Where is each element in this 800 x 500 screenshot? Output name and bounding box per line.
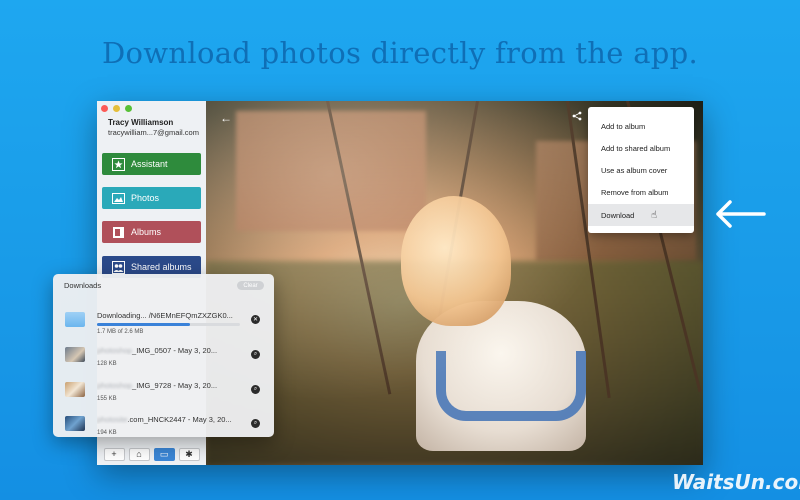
download-file-name: Downloading... /N6EMnEFQmZXZGK0... [97, 311, 233, 320]
downloads-popover: Downloads Clear Downloading... /N6EMnEFQ… [53, 274, 274, 437]
sidebar-bottom-bar: + ⌂ ▭ ✱ [97, 443, 206, 465]
hand-cursor-icon: ☝ [651, 210, 658, 221]
account-email: tracywilliam...7@gmail.com [108, 128, 199, 137]
photo-thumbnail [65, 416, 85, 431]
headline: Download photos directly from the app. [101, 36, 699, 70]
reveal-in-finder-button[interactable]: ⌕ [251, 385, 260, 394]
minimize-window-button[interactable] [113, 105, 120, 112]
zoom-window-button[interactable] [125, 105, 132, 112]
reveal-in-finder-button[interactable]: ⌕ [251, 419, 260, 428]
clear-downloads-button[interactable]: Clear [237, 281, 264, 290]
nav-assistant-button[interactable]: Assistant [102, 153, 201, 175]
plus-icon: + [111, 449, 117, 459]
download-file-name: photoshop_IMG_0507 - May 3, 20... [97, 346, 218, 355]
window-controls [101, 105, 132, 112]
nav-photos-button[interactable]: Photos [102, 187, 201, 209]
menu-item-add-to-shared-album[interactable]: Add to shared album [588, 137, 694, 159]
cancel-download-button[interactable]: ✕ [251, 315, 260, 324]
download-progress-fill [97, 323, 190, 326]
photo-thumbnail [65, 382, 85, 397]
close-window-button[interactable] [101, 105, 108, 112]
menu-item-download[interactable]: Download ☝ [588, 204, 694, 226]
download-row[interactable]: photosite.com_HNCK2447 - May 3, 20... 19… [53, 408, 274, 437]
download-file-name: photoshop_IMG_9728 - May 3, 20... [97, 381, 218, 390]
back-arrow-icon[interactable]: ← [220, 111, 232, 125]
download-size: 128 KB [97, 361, 117, 367]
menu-item-download-label: Download [601, 210, 635, 220]
left-arrow-icon [716, 200, 766, 228]
download-size: 155 KB [97, 396, 117, 402]
download-row[interactable]: photoshop_IMG_9728 - May 3, 20... 155 KB… [53, 374, 274, 406]
reveal-in-finder-button[interactable]: ⌕ [251, 350, 260, 359]
downloads-title: Downloads [64, 281, 102, 290]
menu-item-use-as-album-cover[interactable]: Use as album cover [588, 159, 694, 181]
photo-icon [112, 192, 125, 205]
context-menu: Add to album Add to shared album Use as … [588, 107, 694, 233]
gear-icon: ✱ [185, 448, 193, 459]
star-icon [112, 157, 125, 171]
settings-button[interactable]: ✱ [178, 447, 200, 461]
nav-photos-label: Photos [131, 193, 160, 203]
shared-icon [112, 260, 125, 274]
downloads-button[interactable]: ▭ [153, 447, 175, 461]
nav-assistant-label: Assistant [131, 159, 168, 169]
folder-icon: ▭ [159, 448, 169, 459]
download-size: 194 KB [97, 430, 117, 436]
menu-item-remove-from-album[interactable]: Remove from album [588, 181, 694, 203]
menu-item-add-to-album[interactable]: Add to album [588, 115, 694, 137]
download-progress-bar [97, 323, 240, 326]
home-button[interactable]: ⌂ [128, 447, 150, 461]
download-file-name: photosite.com_HNCK2447 - May 3, 20... [97, 415, 232, 424]
folder-icon [65, 312, 85, 327]
nav-albums-label: Albums [131, 227, 162, 237]
account-name: Tracy Williamson [108, 118, 174, 127]
add-button[interactable]: + [103, 447, 125, 461]
download-row[interactable]: photoshop_IMG_0507 - May 3, 20... 128 KB… [53, 339, 274, 371]
share-icon[interactable] [572, 111, 582, 124]
home-icon: ⌂ [136, 449, 142, 459]
download-size: 1.7 MB of 2.6 MB [97, 329, 144, 335]
albums-icon [112, 226, 125, 239]
watermark: WaitsUn.com [672, 470, 800, 494]
photo-thumbnail [65, 347, 85, 362]
nav-shared-albums-label: Shared albums [131, 262, 192, 272]
nav-albums-button[interactable]: Albums [102, 221, 201, 243]
download-row[interactable]: Downloading... /N6EMnEFQmZXZGK0... 1.7 M… [53, 304, 274, 336]
